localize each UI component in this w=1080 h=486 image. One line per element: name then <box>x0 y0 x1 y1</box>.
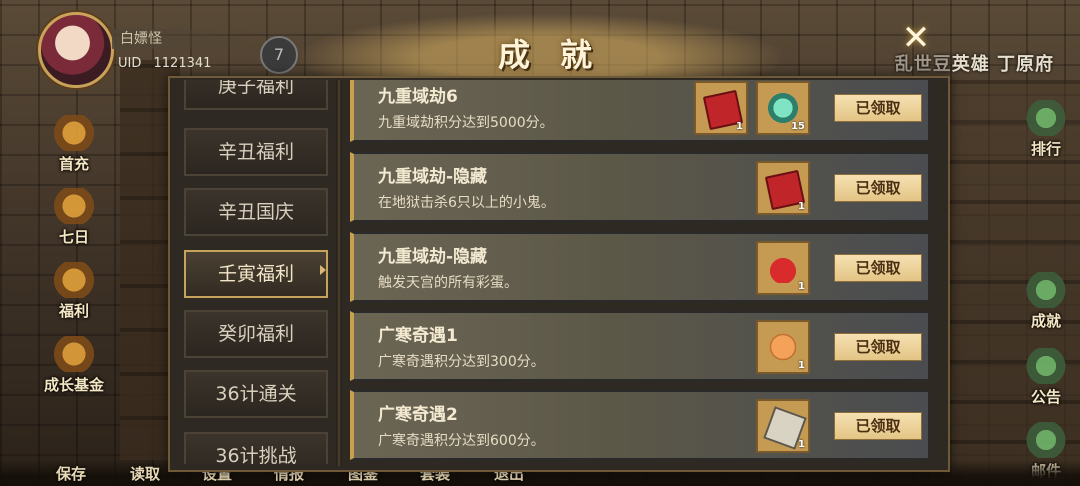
active-tab-arrow-icon <box>320 265 326 275</box>
achievement-desc: 在地狱击杀6只以上的小鬼。 <box>378 195 555 211</box>
reward-item[interactable]: 1 <box>756 241 810 295</box>
gift-icon <box>52 115 96 151</box>
tab-gengzi[interactable]: 庚子福利 <box>184 80 328 110</box>
menu-announcement[interactable]: 公告 <box>1010 348 1080 407</box>
menu-label: 成就 <box>1030 312 1061 330</box>
menu-ranking[interactable]: 排行 <box>1010 100 1080 159</box>
achievement-row: 九重域劫-隐藏 在地狱击杀6只以上的小鬼。 1 已领取 <box>350 152 930 222</box>
red-bag-icon <box>768 253 798 283</box>
claimed-button[interactable]: 已领取 <box>834 333 922 361</box>
tab-xinchou[interactable]: 辛丑福利 <box>184 128 328 176</box>
menu-seven-day[interactable]: 七日 <box>38 188 110 247</box>
reward-item[interactable]: 1 <box>756 161 810 215</box>
mooncake-icon <box>768 332 798 362</box>
achievement-row: 广寒奇遇1 广寒奇遇积分达到300分。 1 已领取 <box>350 311 930 381</box>
player-avatar[interactable] <box>38 12 114 88</box>
reward-count: 15 <box>791 121 805 132</box>
claimed-button[interactable]: 已领取 <box>834 94 922 122</box>
reward-item[interactable]: 1 <box>756 399 810 453</box>
reward-count: 1 <box>798 281 805 292</box>
achievement-desc: 九重域劫积分达到5000分。 <box>378 115 554 131</box>
achievement-desc: 触发天宫的所有彩蛋。 <box>378 275 518 291</box>
reward-count: 1 <box>798 201 805 212</box>
bottom-load[interactable]: 读取 <box>130 463 160 484</box>
panel-divider <box>336 80 342 466</box>
achievement-row: 九重域劫6 九重域劫积分达到5000分。 1 15 已领取 <box>350 80 930 142</box>
menu-welfare[interactable]: 福利 <box>38 262 110 321</box>
reward-count: 1 <box>798 439 805 450</box>
panel-title: 成就 <box>498 36 623 74</box>
achievement-desc: 广寒奇遇积分达到600分。 <box>378 433 545 449</box>
reward-count: 1 <box>798 360 805 371</box>
menu-label: 首充 <box>58 155 89 173</box>
bottom-save[interactable]: 保存 <box>56 463 86 484</box>
reward-count: 1 <box>736 121 743 132</box>
menu-first-recharge[interactable]: 首充 <box>38 115 110 174</box>
achievement-title: 九重域劫-隐藏 <box>378 247 488 267</box>
tab-36ji-clear[interactable]: 36计通关 <box>184 370 328 418</box>
uid-value: 1121341 <box>153 56 212 71</box>
scroll-icon <box>52 188 96 224</box>
location-text: 英雄 丁原府 <box>951 54 1054 75</box>
achievement-title: 广寒奇遇2 <box>378 405 458 425</box>
uid-label: UID <box>118 56 142 71</box>
achievement-title: 九重域劫-隐藏 <box>378 167 488 187</box>
reward-item[interactable]: 15 <box>756 81 810 135</box>
ranking-icon <box>1024 100 1068 136</box>
menu-growth-fund[interactable]: 成长基金 <box>38 336 110 395</box>
menu-label: 排行 <box>1030 140 1061 158</box>
menu-label: 公告 <box>1030 388 1061 406</box>
achievement-list: 九重域劫6 九重域劫积分达到5000分。 1 15 已领取 九重域劫-隐藏 在地… <box>350 80 938 466</box>
claimed-button[interactable]: 已领取 <box>834 412 922 440</box>
reward-item[interactable]: 1 <box>694 81 748 135</box>
category-tabs: 庚子福利 辛丑福利 辛丑国庆 壬寅福利 癸卯福利 36计通关 36计挑战 <box>182 80 328 464</box>
menu-label: 福利 <box>58 302 89 320</box>
claimed-button[interactable]: 已领取 <box>834 254 922 282</box>
tab-xinchou-national-day[interactable]: 辛丑国庆 <box>184 188 328 236</box>
level-badge: 7 <box>260 36 298 74</box>
claimed-button[interactable]: 已领取 <box>834 174 922 202</box>
close-icon[interactable]: ✕ <box>900 21 932 55</box>
achievement-title: 广寒奇遇1 <box>378 326 458 346</box>
tab-36ji-challenge[interactable]: 36计挑战 <box>184 432 328 464</box>
mail-icon <box>1024 422 1068 458</box>
achievement-desc: 广寒奇遇积分达到300分。 <box>378 354 545 370</box>
player-name: 白嫖怪 <box>112 29 248 49</box>
achievement-icon <box>1024 272 1068 308</box>
tab-guimao[interactable]: 癸卯福利 <box>184 310 328 358</box>
uid-display: UID 1121341 <box>118 56 211 71</box>
menu-label: 成长基金 <box>43 376 104 394</box>
tab-renyin[interactable]: 壬寅福利 <box>184 250 328 298</box>
achievement-row: 广寒奇遇2 广寒奇遇积分达到600分。 1 已领取 <box>350 390 930 460</box>
horn-icon <box>1024 348 1068 384</box>
achievement-title: 九重域劫6 <box>378 87 458 107</box>
achievement-row: 九重域劫-隐藏 触发天宫的所有彩蛋。 1 已领取 <box>350 232 930 302</box>
reward-item[interactable]: 1 <box>756 320 810 374</box>
treasure-icon <box>52 262 96 298</box>
coins-icon <box>52 336 96 372</box>
menu-achievement[interactable]: 成就 <box>1010 272 1080 331</box>
jade-icon <box>768 93 798 123</box>
menu-label: 七日 <box>58 228 89 246</box>
